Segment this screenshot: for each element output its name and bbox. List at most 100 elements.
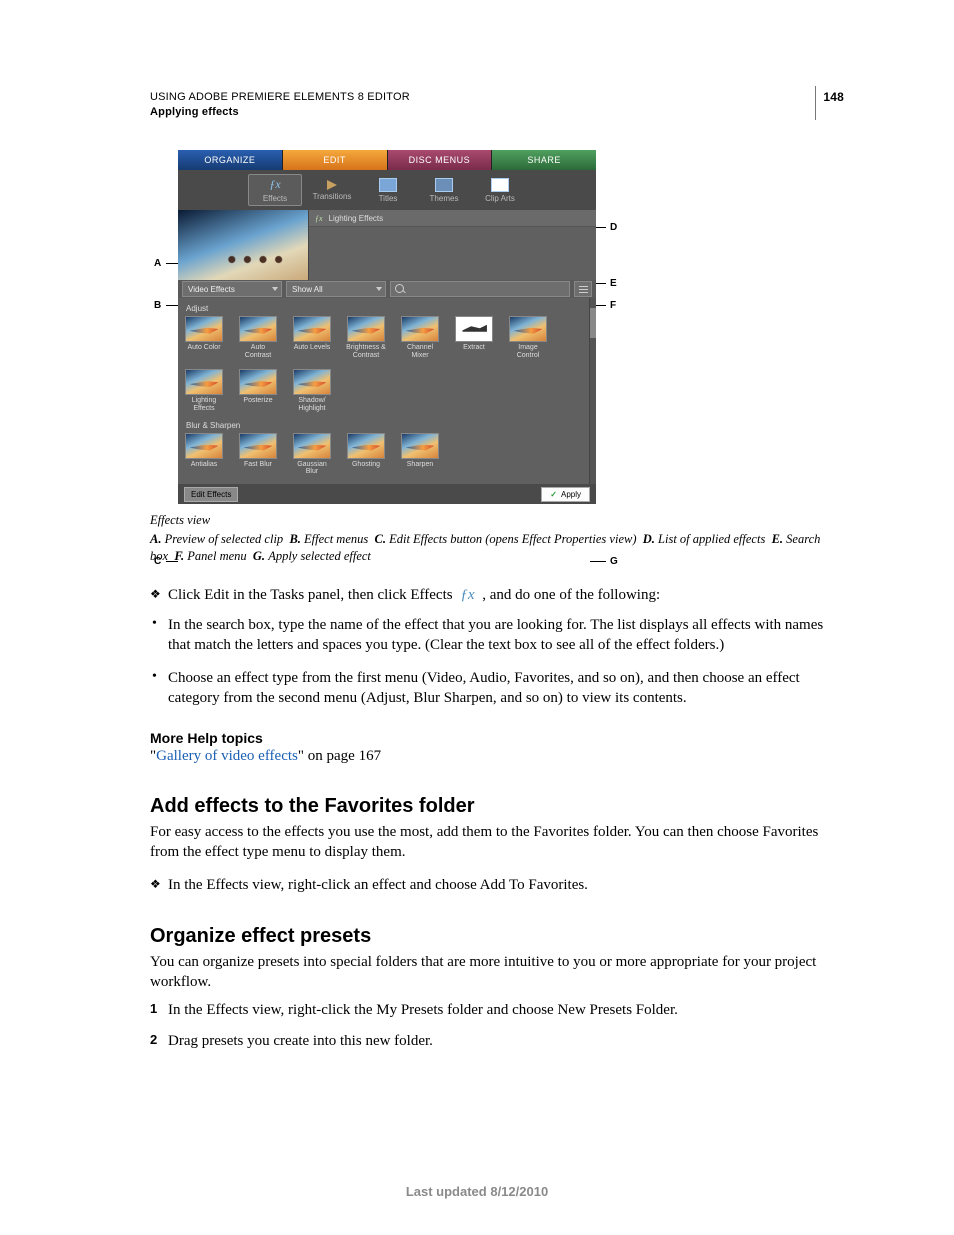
gallery-link[interactable]: Gallery of video effects xyxy=(156,748,298,764)
figure-key: A. Preview of selected clip B. Effect me… xyxy=(150,531,844,565)
lead-pre: Click Edit in the Tasks panel, then clic… xyxy=(168,587,456,603)
callout-b: B xyxy=(154,300,161,311)
effect-item[interactable]: Brightness & Contrast xyxy=(346,316,386,359)
check-icon: ✓ xyxy=(550,490,557,499)
subtab-titles[interactable]: Titles xyxy=(362,176,414,205)
presets-step-2: Drag presets you create into this new fo… xyxy=(150,1031,844,1051)
instruction-bullet-1: In the search box, type the name of the … xyxy=(150,615,844,656)
callout-f: F xyxy=(610,300,616,311)
effect-item[interactable]: Auto Contrast xyxy=(238,316,278,359)
effect-item[interactable]: Lighting Effects xyxy=(184,369,224,412)
category-adjust: Adjust xyxy=(184,302,590,316)
apply-button[interactable]: ✓ Apply xyxy=(541,487,590,502)
subtab-effects[interactable]: ƒx Effects xyxy=(248,174,302,206)
lead-post: , and do one of the following: xyxy=(482,587,660,603)
effect-thumbnail xyxy=(293,316,331,342)
effect-item[interactable]: Sharpen xyxy=(400,433,440,476)
applied-effects-list: ƒx Lighting Effects xyxy=(308,210,596,280)
scrollbar[interactable] xyxy=(589,298,596,484)
effect-thumbnail xyxy=(239,433,277,459)
effect-item[interactable]: Auto Color xyxy=(184,316,224,359)
effect-label: Auto Levels xyxy=(294,344,331,358)
applied-effect-name: Lighting Effects xyxy=(329,214,384,223)
effect-item[interactable]: Auto Levels xyxy=(292,316,332,359)
menu-icon xyxy=(579,286,588,293)
effect-item[interactable]: Image Control xyxy=(508,316,548,359)
effect-thumbnail xyxy=(185,316,223,342)
effect-item[interactable]: Channel Mixer xyxy=(400,316,440,359)
effect-category-menu[interactable]: Show All xyxy=(286,281,386,297)
more-help-heading: More Help topics xyxy=(150,730,844,746)
favorites-paragraph: For easy access to the effects you use t… xyxy=(150,822,844,863)
fig-f: Panel menu xyxy=(187,549,246,563)
subtab-transitions[interactable]: Transitions xyxy=(306,178,358,203)
effect-item[interactable]: Ghosting xyxy=(346,433,386,476)
heading-organize-presets: Organize effect presets xyxy=(150,925,844,948)
header-product: USING ADOBE PREMIERE ELEMENTS 8 EDITOR xyxy=(150,90,410,105)
panel-menu-button[interactable] xyxy=(574,281,592,297)
effect-thumbnail xyxy=(185,433,223,459)
tab-edit[interactable]: EDIT xyxy=(283,150,388,170)
effect-thumbnail xyxy=(239,316,277,342)
fx-icon: ƒx xyxy=(315,214,323,223)
fig-d: List of applied effects xyxy=(658,532,765,546)
fx-icon: ƒx xyxy=(269,177,280,192)
tab-disc-menus[interactable]: DISC MENUS xyxy=(388,150,493,170)
clip-preview xyxy=(178,210,308,280)
effect-thumbnail xyxy=(455,316,493,342)
effect-label: Sharpen xyxy=(407,461,433,475)
effect-label: Brightness & Contrast xyxy=(346,344,386,359)
more-help-suffix: " on page 167 xyxy=(298,748,381,764)
favorites-step: In the Effects view, right-click an effe… xyxy=(150,875,844,895)
subtab-cliparts[interactable]: Clip Arts xyxy=(474,176,526,205)
fig-g: Apply selected effect xyxy=(268,549,371,563)
effect-item[interactable]: Fast Blur xyxy=(238,433,278,476)
effect-label: Extract xyxy=(463,344,485,358)
effect-type-label: Video Effects xyxy=(188,285,235,294)
effect-thumbnail xyxy=(347,433,385,459)
effect-item[interactable]: Posterize xyxy=(238,369,278,412)
search-input[interactable] xyxy=(390,281,570,297)
heading-add-favorites: Add effects to the Favorites folder xyxy=(150,795,844,818)
effect-label: Posterize xyxy=(243,397,272,411)
effects-view-screenshot: A B C D E F G ORGANIZE EDIT DISC MENUS S… xyxy=(178,150,844,504)
page-header: USING ADOBE PREMIERE ELEMENTS 8 EDITOR A… xyxy=(150,90,844,121)
tab-share[interactable]: SHARE xyxy=(492,150,596,170)
effect-label: Lighting Effects xyxy=(184,397,224,412)
subtab-themes[interactable]: Themes xyxy=(418,176,470,205)
callout-c: C xyxy=(154,556,161,567)
effect-item[interactable]: Gaussian Blur xyxy=(292,433,332,476)
effect-item[interactable]: Shadow/ Highlight xyxy=(292,369,332,412)
arrow-icon xyxy=(327,180,337,190)
effect-label: Shadow/ Highlight xyxy=(292,397,332,412)
cliparts-icon xyxy=(491,178,509,192)
effect-thumbnail xyxy=(509,316,547,342)
subtab-transitions-label: Transitions xyxy=(313,192,352,201)
effect-label: Ghosting xyxy=(352,461,380,475)
callout-a: A xyxy=(154,258,161,269)
fx-icon: ƒx xyxy=(456,587,478,603)
apply-label: Apply xyxy=(561,490,581,499)
callout-d: D xyxy=(610,222,617,233)
applied-effect-row[interactable]: ƒx Lighting Effects xyxy=(309,210,596,227)
presets-paragraph: You can organize presets into special fo… xyxy=(150,952,844,993)
effect-thumbnail xyxy=(401,433,439,459)
edit-effects-button[interactable]: Edit Effects xyxy=(184,487,238,502)
effect-label: Antialias xyxy=(191,461,217,475)
subtab-themes-label: Themes xyxy=(430,194,459,203)
effect-category-label: Show All xyxy=(292,285,323,294)
effect-item[interactable]: Antialias xyxy=(184,433,224,476)
tab-organize[interactable]: ORGANIZE xyxy=(178,150,283,170)
callout-g: G xyxy=(610,556,618,567)
effect-label: Gaussian Blur xyxy=(292,461,332,476)
effect-label: Auto Color xyxy=(187,344,220,358)
effect-thumbnail xyxy=(293,433,331,459)
effect-type-menu[interactable]: Video Effects xyxy=(182,281,282,297)
effect-thumbnail xyxy=(239,369,277,395)
page-number: 148 xyxy=(823,90,844,121)
header-section: Applying effects xyxy=(150,105,410,120)
effect-thumbnail xyxy=(185,369,223,395)
effect-item[interactable]: Extract xyxy=(454,316,494,359)
fig-a: Preview of selected clip xyxy=(165,532,284,546)
fig-c: Edit Effects button (opens Effect Proper… xyxy=(389,532,636,546)
